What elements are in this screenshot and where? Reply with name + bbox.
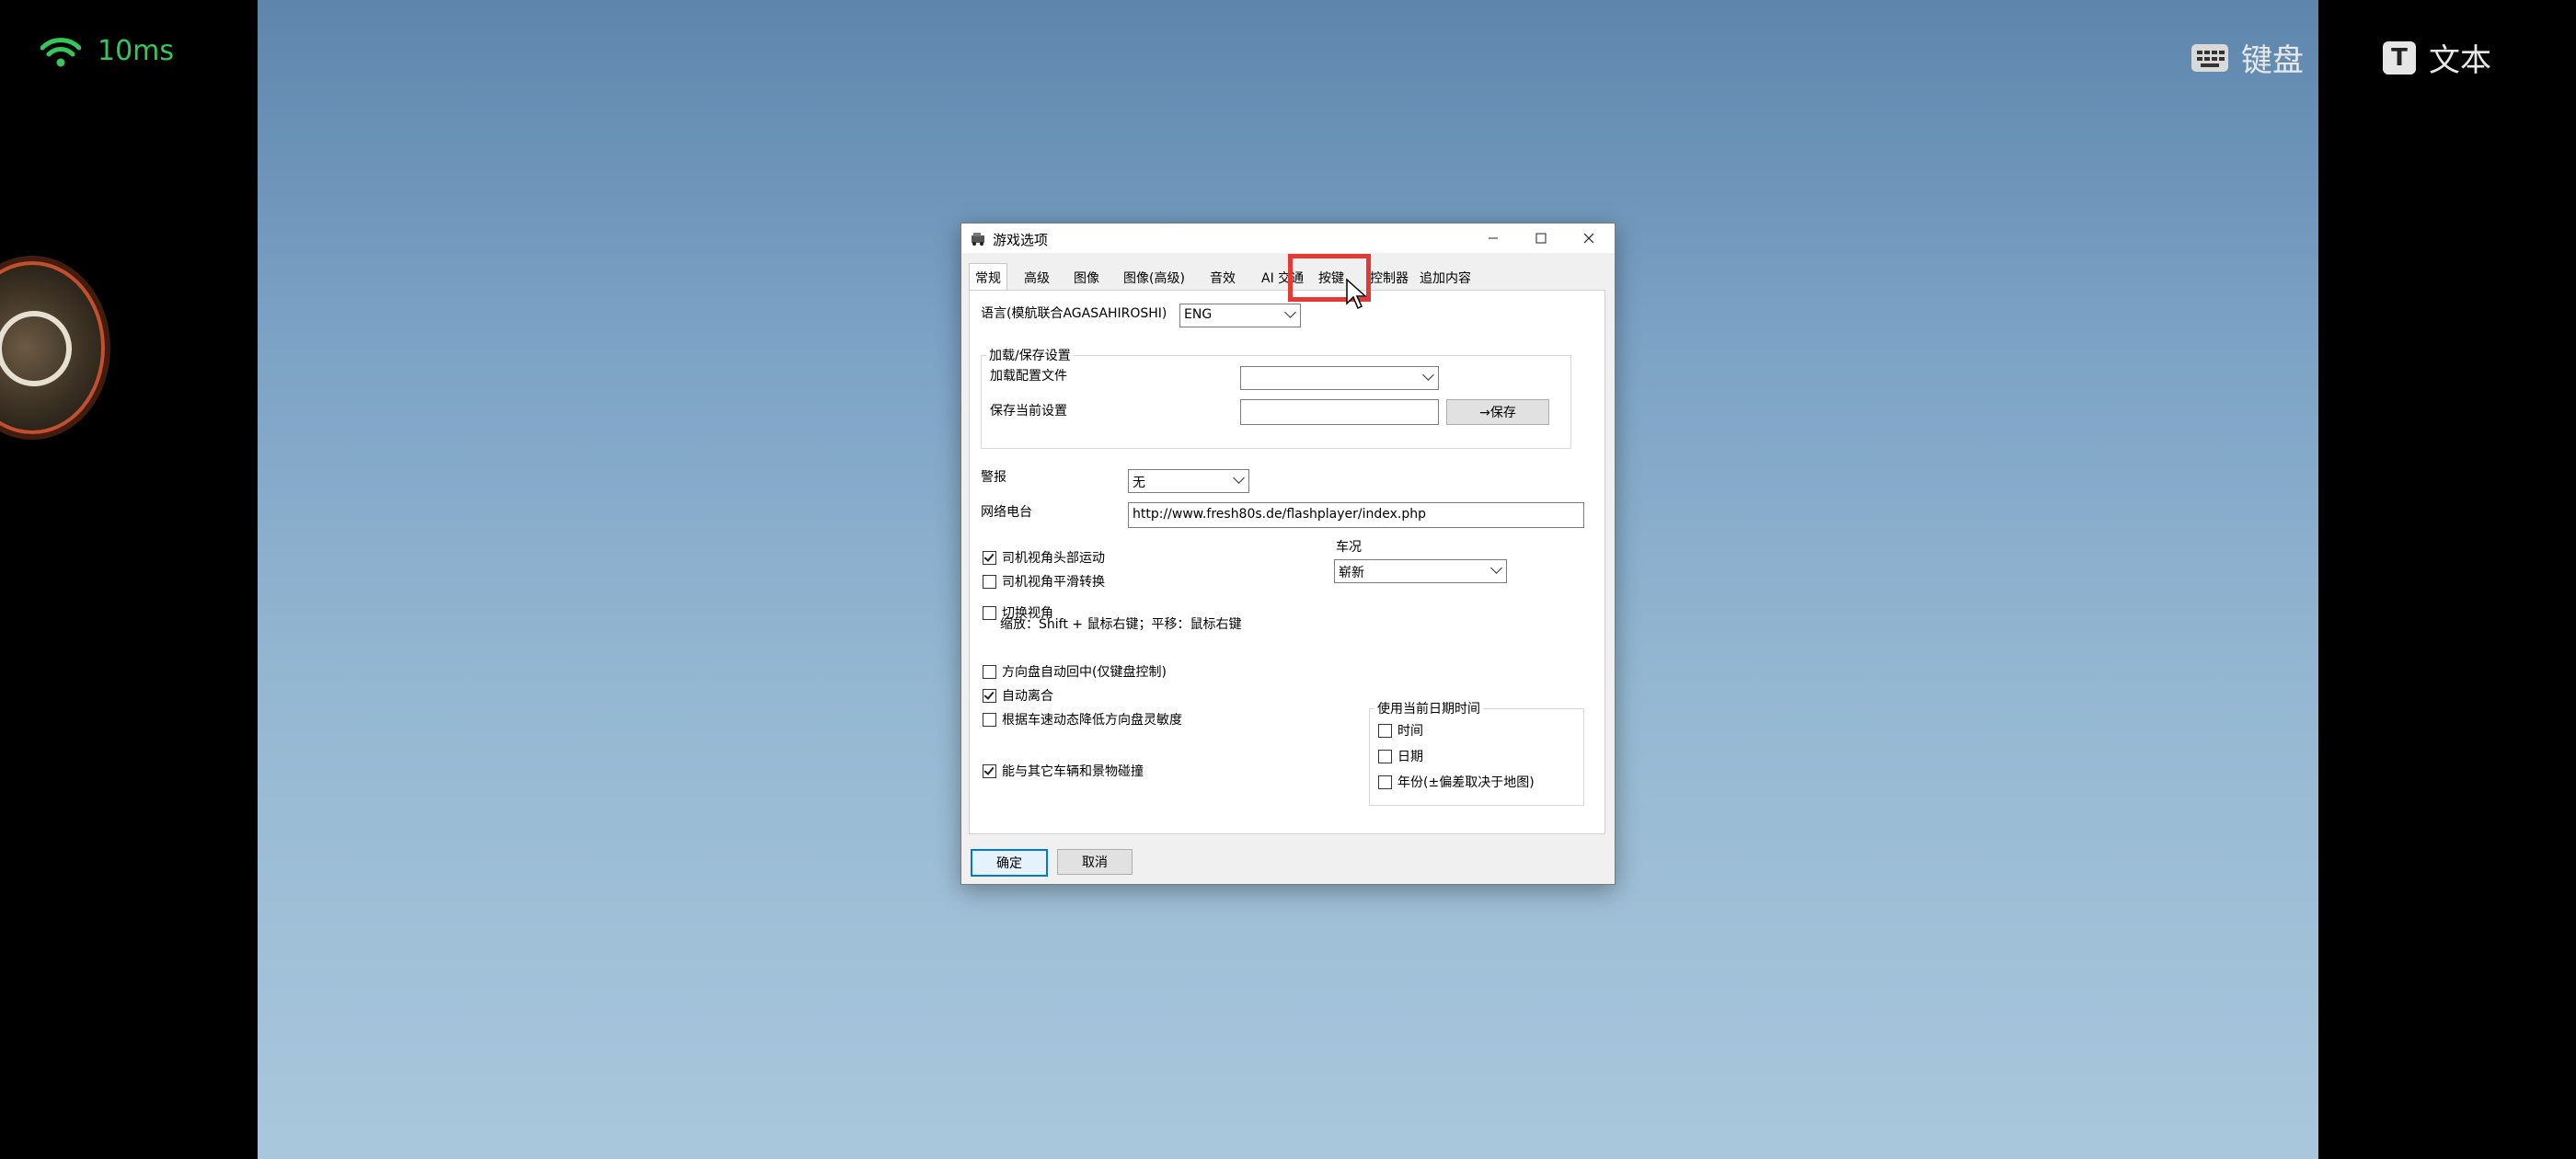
checkbox-box [983, 665, 996, 679]
game-options-dialog: 游戏选项 常规 高级 图像 图像(高级) 音效 AI 交通 按键 控制器 追加内… [960, 223, 1616, 885]
tab-advanced[interactable]: 高级 [1024, 266, 1050, 289]
checkbox-label: 时间 [1397, 724, 1423, 739]
keyboard-button[interactable]: 键盘 [2191, 35, 2304, 80]
maximize-button[interactable] [1517, 224, 1565, 253]
tab-graphics[interactable]: 图像 [1074, 266, 1099, 289]
reduce-sensitivity-checkbox[interactable]: 根据车速动态降低方向盘灵敏度 [983, 710, 1182, 729]
floating-ball-button[interactable] [0, 261, 105, 434]
tab-sound[interactable]: 音效 [1210, 266, 1236, 289]
load-save-group-title: 加载/保存设置 [986, 346, 1074, 364]
dialog-title: 游戏选项 [993, 232, 1049, 248]
left-sidebar: 10ms [0, 0, 258, 1159]
collide-checkbox[interactable]: 能与其它车辆和景物碰撞 [983, 762, 1144, 780]
load-config-label: 加载配置文件 [990, 369, 1067, 384]
car-condition-value: 崭新 [1339, 566, 1364, 580]
close-button[interactable] [1565, 224, 1613, 253]
chevron-down-icon [1284, 306, 1296, 318]
language-value: ENG [1184, 307, 1213, 322]
minimize-icon [1489, 237, 1498, 239]
text-label: 文本 [2429, 42, 2491, 79]
auto-clutch-checkbox[interactable]: 自动离合 [983, 686, 1053, 705]
smooth-switch-checkbox[interactable]: 司机视角平滑转换 [983, 572, 1105, 591]
chevron-down-icon [1422, 369, 1434, 381]
tab-controller[interactable]: 控制器 [1370, 266, 1409, 289]
checkbox-box [983, 551, 996, 565]
checkbox-label: 自动离合 [1002, 689, 1053, 704]
checkbox-box [983, 575, 996, 589]
general-tab-panel: 语言(模航联合AGASAHIROSHI) ENG 加载/保存设置 加载配置文件 … [969, 290, 1605, 834]
use-date-checkbox[interactable]: 日期 [1378, 747, 1423, 765]
ok-button[interactable]: 确定 [971, 849, 1048, 877]
checkbox-box [983, 689, 996, 703]
car-condition-label: 车况 [1336, 540, 1362, 555]
floating-ball-icon [0, 311, 72, 386]
app-icon [972, 233, 984, 246]
alarm-label: 警报 [981, 470, 1006, 485]
use-time-checkbox[interactable]: 时间 [1378, 721, 1423, 740]
checkbox-box [1378, 750, 1392, 763]
save-current-label: 保存当前设置 [990, 404, 1067, 419]
switch-view-hint: 缩放：Shift + 鼠标右键；平移：鼠标右键 [1000, 617, 1242, 632]
chevron-down-icon [1233, 472, 1245, 484]
auto-center-checkbox[interactable]: 方向盘自动回中(仅键盘控制) [983, 662, 1167, 681]
tab-addons[interactable]: 追加内容 [1420, 266, 1471, 289]
language-label: 语言(模航联合AGASAHIROSHI) [981, 306, 1167, 321]
checkbox-box [983, 764, 996, 778]
checkbox-box [983, 713, 996, 727]
checkbox-label: 司机视角头部运动 [1002, 551, 1105, 566]
text-input-button[interactable]: T 文本 [2383, 35, 2491, 80]
load-config-select[interactable] [1240, 366, 1439, 390]
checkbox-label: 能与其它车辆和景物碰撞 [1002, 764, 1144, 779]
datetime-group-title: 使用当前日期时间 [1374, 699, 1483, 717]
right-sidebar [2318, 0, 2576, 1159]
keyboard-icon [2191, 43, 2228, 72]
dialog-titlebar[interactable]: 游戏选项 [961, 224, 1615, 253]
tab-graphics-advanced[interactable]: 图像(高级) [1123, 266, 1185, 289]
head-motion-checkbox[interactable]: 司机视角头部运动 [983, 548, 1105, 567]
checkbox-label: 方向盘自动回中(仅键盘控制) [1002, 665, 1167, 680]
text-icon: T [2383, 40, 2416, 75]
close-icon [1583, 233, 1594, 244]
web-radio-url-value: http://www.fresh80s.de/flashplayer/index… [1133, 507, 1427, 522]
web-radio-label: 网络电台 [981, 505, 1032, 520]
checkbox-box [983, 606, 996, 620]
checkbox-label: 根据车速动态降低方向盘灵敏度 [1002, 713, 1182, 728]
save-button[interactable]: →保存 [1446, 399, 1549, 425]
mouse-pointer-icon [1346, 278, 1367, 310]
car-condition-select[interactable]: 崭新 [1334, 559, 1507, 583]
latency-readout: 10ms [98, 35, 175, 67]
use-year-checkbox[interactable]: 年份(±偏差取决于地图) [1378, 773, 1535, 791]
save-name-input[interactable] [1240, 399, 1439, 425]
wifi-icon [40, 38, 81, 67]
checkbox-label: 司机视角平滑转换 [1002, 575, 1105, 590]
cancel-button[interactable]: 取消 [1057, 849, 1133, 875]
checkbox-label: 日期 [1397, 750, 1423, 764]
checkbox-box [1378, 724, 1392, 738]
checkbox-label: 年份(±偏差取决于地图) [1397, 775, 1535, 790]
checkbox-box [1378, 775, 1392, 789]
chevron-down-icon [1490, 562, 1502, 574]
web-radio-url-input[interactable]: http://www.fresh80s.de/flashplayer/index… [1128, 502, 1584, 528]
keyboard-label: 键盘 [2241, 42, 2304, 79]
language-select[interactable]: ENG [1179, 304, 1301, 327]
alarm-value: 无 [1133, 476, 1145, 490]
minimize-button[interactable] [1469, 224, 1517, 253]
alarm-select[interactable]: 无 [1128, 469, 1249, 493]
maximize-icon [1535, 233, 1547, 244]
